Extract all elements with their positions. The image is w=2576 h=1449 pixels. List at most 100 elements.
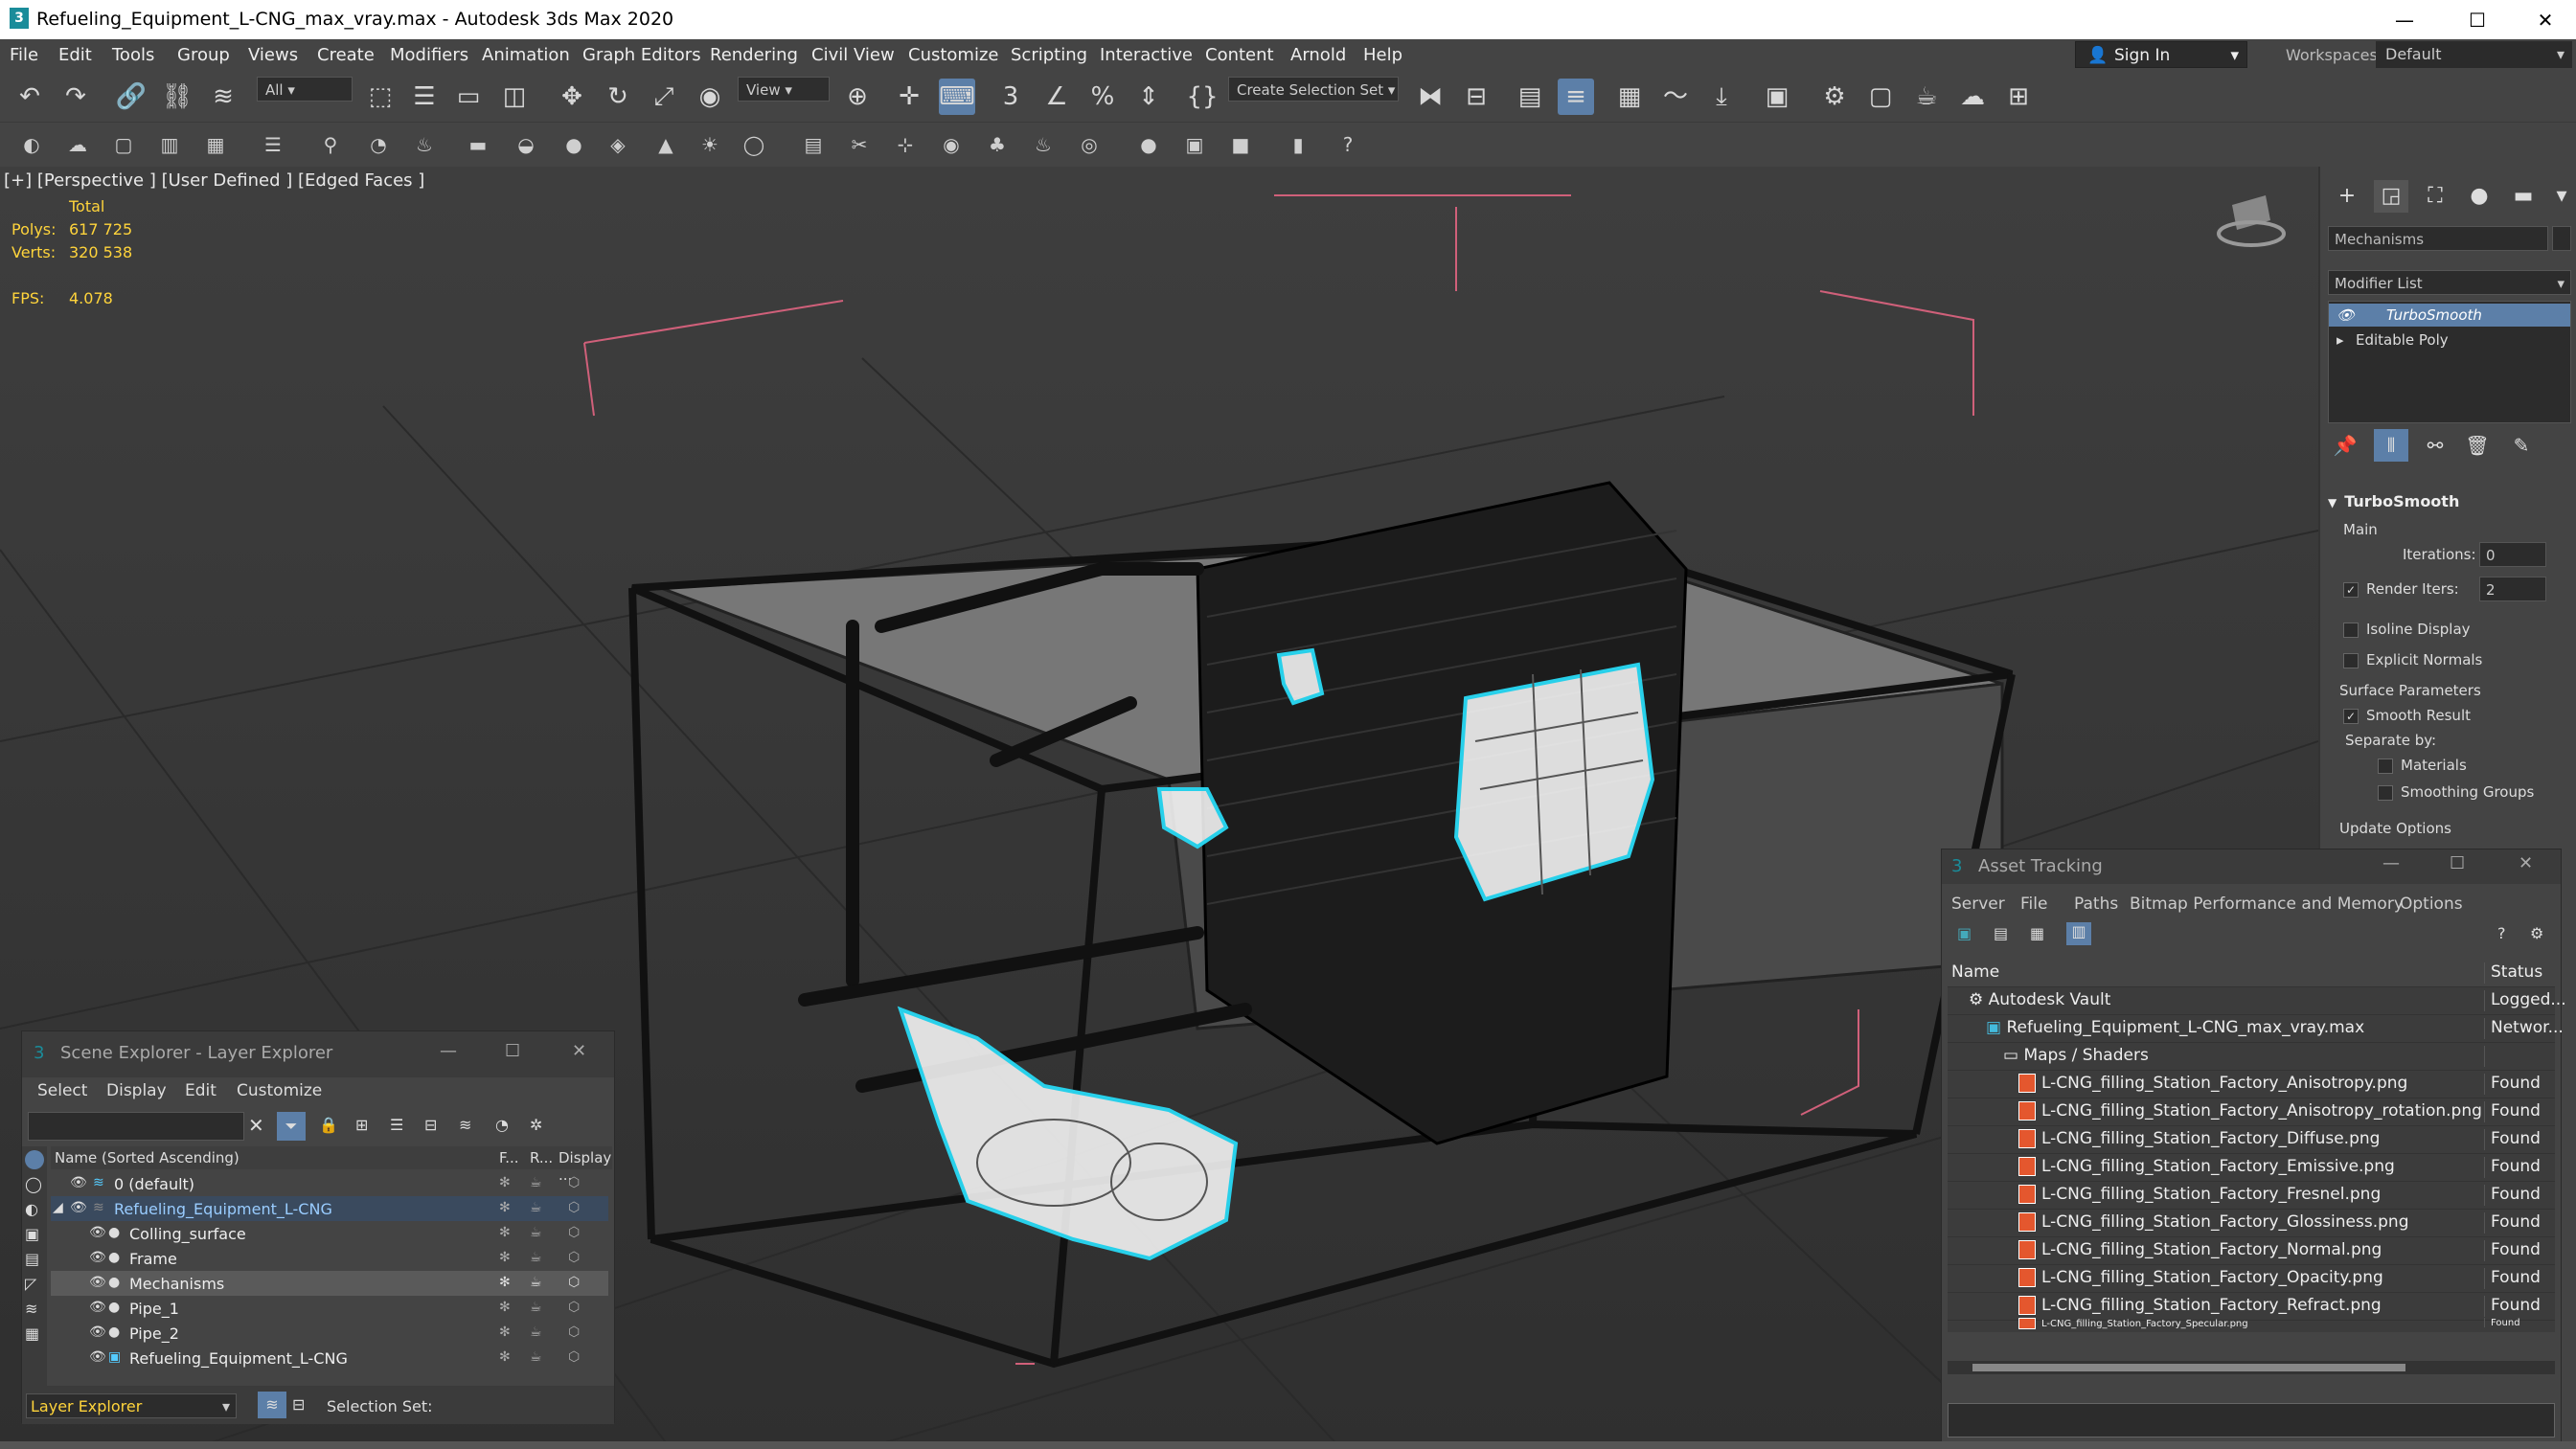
pivot-center-icon[interactable]: ⊕	[839, 79, 876, 115]
rectangular-selection-icon[interactable]: ▭	[450, 79, 487, 115]
menu-graph-editors[interactable]: Graph Editors	[582, 45, 701, 65]
visibility-icon[interactable]: 👁	[89, 1250, 106, 1265]
scene-explorer-titlebar[interactable]: 3 Scene Explorer - Layer Explorer — ☐ ✕	[22, 1031, 614, 1077]
table-row[interactable]: L-CNG_filling_Station_Factory_Refract.pn…	[1948, 1292, 2555, 1321]
table-row[interactable]: L-CNG_filling_Station_Factory_Diffuse.pn…	[1948, 1125, 2555, 1154]
table-row[interactable]: ▣ Refueling_Equipment_L-CNG_max_vray.max…	[1948, 1014, 2564, 1043]
menu-create[interactable]: Create	[317, 45, 375, 65]
link-icon[interactable]: 🔗	[113, 79, 149, 115]
snaps-toggle-icon[interactable]: 3	[992, 79, 1029, 115]
utilities-tab-icon[interactable]: ▾	[2544, 180, 2576, 213]
angle-snap-icon[interactable]: ∠	[1038, 79, 1075, 115]
render-icon[interactable]: ☕	[530, 1324, 542, 1340]
vray-dome-light-icon[interactable]: ◔	[364, 130, 393, 159]
create-tab-icon[interactable]: +	[2330, 180, 2364, 213]
select-by-name-icon[interactable]: ☰	[406, 79, 443, 115]
visibility-icon[interactable]: 👁	[70, 1200, 87, 1215]
viewport-label[interactable]: [+] [Perspective ] [User Defined ] [Edge…	[4, 170, 424, 191]
explicit-normals-checkbox[interactable]	[2343, 652, 2359, 668]
menu-file[interactable]: File	[10, 45, 38, 65]
scene-menu-display[interactable]: Display	[106, 1081, 167, 1100]
modifier-list-dropdown[interactable]: Modifier List ▾	[2328, 270, 2571, 295]
vray-proxy-icon[interactable]: ▦	[201, 130, 230, 159]
schematic-view-icon[interactable]: ⤓	[1703, 79, 1740, 115]
visibility-icon[interactable]: 👁	[89, 1275, 106, 1290]
horizontal-scrollbar[interactable]	[1948, 1361, 2555, 1374]
vray-aerial-icon[interactable]: ◎	[1075, 130, 1104, 159]
list-view-icon[interactable]: ▤	[1994, 924, 2008, 942]
unlink-icon[interactable]: ⛓	[159, 79, 195, 115]
toggle-ribbon-icon[interactable]: ▦	[1611, 79, 1648, 115]
menu-help[interactable]: Help	[1363, 45, 1402, 65]
vray-material-icon[interactable]: ●	[1134, 130, 1163, 159]
table-row[interactable]: L-CNG_filling_Station_Factory_Glossiness…	[1948, 1209, 2555, 1237]
display-shapes-icon[interactable]: ≋	[25, 1300, 37, 1318]
vray-spot-icon[interactable]: ▲	[651, 130, 680, 159]
table-row[interactable]: L-CNG_filling_Station_Factory_Anisotropy…	[1948, 1070, 2555, 1098]
render-icon[interactable]: ☕	[530, 1225, 542, 1240]
display-icon[interactable]: ⬡	[568, 1225, 580, 1240]
rotate-icon[interactable]: ↻	[600, 79, 636, 115]
visibility-icon[interactable]: 👁	[89, 1225, 106, 1240]
undo-icon[interactable]: ↶	[11, 79, 48, 115]
vray-sphere-light-icon[interactable]: ●	[559, 130, 588, 159]
render-icon[interactable]: ☕	[530, 1200, 542, 1215]
tree-view-icon[interactable]: ▥	[2066, 922, 2091, 945]
layers-mode-icon[interactable]: ≋	[258, 1392, 286, 1418]
select-manipulate-icon[interactable]: ✛	[891, 79, 927, 115]
show-end-result-icon[interactable]: ⦀	[2374, 429, 2408, 462]
col-f-header[interactable]: F...	[499, 1149, 519, 1166]
scale-icon[interactable]: ⤢	[646, 79, 682, 115]
help-icon[interactable]: ?	[1334, 130, 1362, 159]
stack-icon[interactable]: ≋	[459, 1116, 471, 1134]
close-button[interactable]: ✕	[2519, 853, 2533, 873]
maximize-button[interactable]: ☐	[2450, 853, 2465, 873]
close-button[interactable]: ✕	[572, 1041, 586, 1061]
sign-in-button[interactable]: 👤 Sign In ▾	[2075, 41, 2247, 68]
object-color-swatch[interactable]	[2552, 226, 2571, 251]
asset-tracking-titlebar[interactable]: 3 Asset Tracking — ☐ ✕	[1942, 849, 2561, 884]
menu-group[interactable]: Group	[177, 45, 230, 65]
settings-icon[interactable]: ✲	[530, 1116, 542, 1134]
render-iterative-icon[interactable]: ☁	[1954, 79, 1991, 115]
scene-search-input[interactable]	[28, 1112, 244, 1141]
clear-search-icon[interactable]: ✕	[248, 1114, 264, 1137]
table-row[interactable]: L-CNG_filling_Station_Factory_Opacity.pn…	[1948, 1264, 2555, 1293]
reference-coordinate-dropdown[interactable]: View ▾	[738, 77, 830, 102]
freeze-icon[interactable]: ✻	[499, 1175, 511, 1190]
vray-ies-light-icon[interactable]: ♨	[410, 130, 439, 159]
scene-menu-select[interactable]: Select	[37, 1081, 87, 1100]
vray-cloud-icon[interactable]: ■	[1226, 130, 1255, 159]
render-in-cloud-icon[interactable]: ⊞	[2000, 79, 2037, 115]
redo-icon[interactable]: ↷	[57, 79, 94, 115]
display-geometry-icon[interactable]: ◯	[25, 1175, 42, 1193]
make-unique-icon[interactable]: ⚯	[2418, 429, 2452, 462]
motion-tab-icon[interactable]: ●	[2462, 180, 2496, 213]
menu-content[interactable]: Content	[1205, 45, 1274, 65]
vray-scatter-icon[interactable]: ⊹	[891, 130, 920, 159]
menu-civil-view[interactable]: Civil View	[811, 45, 895, 65]
render-production-icon[interactable]: ☕	[1908, 79, 1945, 115]
display-icon[interactable]: ⬡	[568, 1250, 580, 1265]
spinner-snap-icon[interactable]: ⇕	[1130, 79, 1167, 115]
freeze-icon[interactable]: ✻	[499, 1225, 511, 1240]
select-object-icon[interactable]: ⬚	[362, 79, 399, 115]
freeze-icon[interactable]: ✻	[499, 1349, 511, 1365]
configure-sets-icon[interactable]: ✎	[2504, 429, 2539, 462]
add-layer-icon[interactable]: ⊞	[355, 1116, 368, 1134]
rendered-frame-window-icon[interactable]: ▢	[1862, 79, 1899, 115]
mirror-icon[interactable]: ⧓	[1412, 79, 1448, 115]
isoline-checkbox[interactable]	[2343, 622, 2359, 638]
list-item[interactable]: 👁 ≋ 0 (default) ✻ ☕ ⬡	[51, 1171, 608, 1196]
highlight-icon[interactable]: ◔	[495, 1116, 509, 1134]
table-row[interactable]: L-CNG_filling_Station_Factory_Normal.png…	[1948, 1236, 2555, 1265]
vray-icon[interactable]: ◐	[17, 130, 46, 159]
close-button[interactable]: ✕	[2517, 4, 2574, 36]
display-objects-icon[interactable]	[25, 1150, 44, 1169]
display-helpers-icon[interactable]: ▤	[25, 1250, 39, 1268]
hierarchy-mode-icon[interactable]: ⊟	[292, 1395, 305, 1414]
align-icon[interactable]: ⊟	[1458, 79, 1494, 115]
edit-named-selection-icon[interactable]: {}	[1184, 79, 1220, 115]
display-icon[interactable]: ⬡	[568, 1175, 580, 1190]
vray-sphere-icon[interactable]: ▢	[109, 130, 138, 159]
